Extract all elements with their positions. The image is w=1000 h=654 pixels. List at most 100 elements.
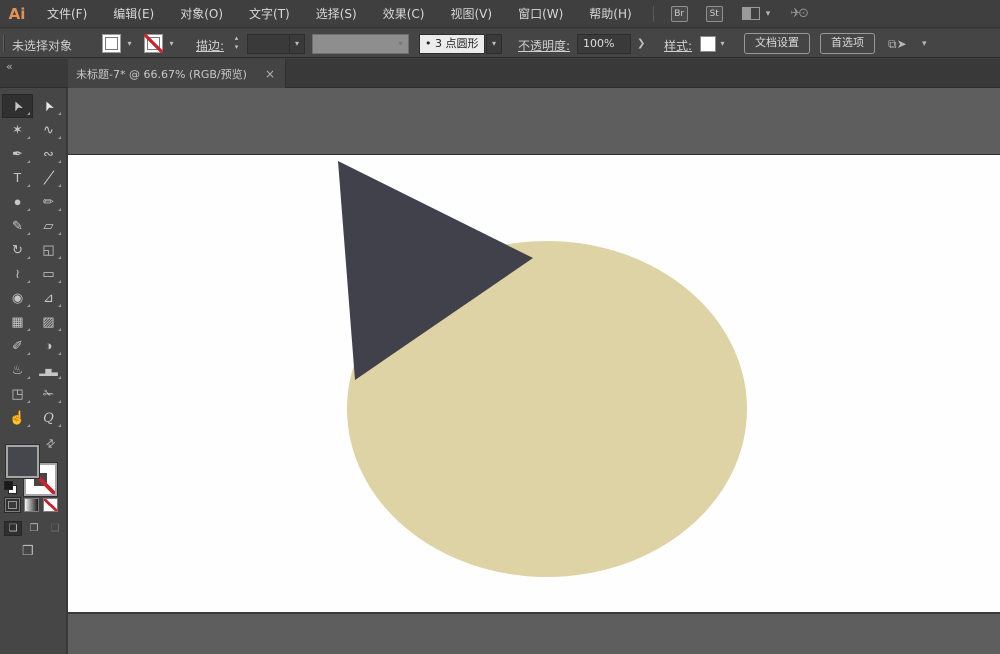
fill-color-swatch[interactable] bbox=[102, 34, 121, 53]
paintbrush-tool-icon: ✏ bbox=[43, 194, 54, 209]
stepper-up-icon[interactable]: ▴ bbox=[230, 34, 243, 43]
menu-item-edit[interactable]: 编辑(E) bbox=[100, 7, 167, 21]
menu-item-type[interactable]: 文字(T) bbox=[236, 7, 303, 21]
hand-tool-icon: ☝ bbox=[9, 410, 26, 425]
line-segment-tool-icon: ╱ bbox=[43, 169, 54, 186]
menu-item-help[interactable]: 帮助(H) bbox=[576, 7, 644, 21]
selection-tool[interactable]: ➤ bbox=[2, 94, 33, 118]
tab-close-icon[interactable]: × bbox=[263, 67, 277, 81]
menu-item-view[interactable]: 视图(V) bbox=[437, 7, 505, 21]
mesh-tool-icon: ▦ bbox=[11, 314, 24, 329]
artwork-layer[interactable] bbox=[68, 88, 1000, 654]
toolbar-collapse-icon[interactable]: « bbox=[6, 60, 13, 73]
menubar-divider bbox=[652, 5, 654, 22]
slice-tool-icon: ✁ bbox=[43, 386, 54, 401]
fill-stroke-cluster: ⇄ ❏ ❐ ❑ ❒ bbox=[0, 436, 68, 647]
document-tab[interactable]: 未标题-7* @ 66.67% (RGB/预览) × bbox=[68, 59, 286, 88]
mesh-tool[interactable]: ▦ bbox=[2, 310, 33, 334]
width-tool[interactable]: ≀ bbox=[2, 262, 33, 286]
column-graph-tool[interactable]: ▂▆▃ bbox=[33, 358, 64, 382]
draw-behind-button[interactable]: ❐ bbox=[25, 521, 43, 536]
opacity-input[interactable]: 100% bbox=[577, 34, 631, 54]
menu-item-effect[interactable]: 效果(C) bbox=[370, 7, 438, 21]
document-tab-title: 未标题-7* @ 66.67% (RGB/预览) bbox=[76, 67, 247, 81]
stroke-weight-stepper[interactable]: ▴ ▾ bbox=[230, 34, 243, 54]
shape-builder-tool[interactable]: ◉ bbox=[2, 286, 33, 310]
blob-brush-tool-icon: ∾ bbox=[43, 146, 54, 161]
shape-builder-tool-icon: ◉ bbox=[11, 290, 24, 305]
ellipse-tool-icon: ● bbox=[13, 194, 22, 209]
gradient-button[interactable] bbox=[24, 498, 39, 512]
perspective-grid-tool-icon: ⊿ bbox=[43, 290, 54, 305]
hand-tool[interactable]: ☝ bbox=[2, 406, 33, 430]
line-segment-tool[interactable]: ╱ bbox=[33, 166, 64, 190]
swap-fill-stroke-icon[interactable]: ⇄ bbox=[43, 436, 58, 452]
preferences-button[interactable]: 首选项 bbox=[820, 33, 875, 54]
stepper-down-icon[interactable]: ▾ bbox=[230, 43, 243, 52]
gradient-tool[interactable]: ▨ bbox=[33, 310, 64, 334]
pencil-tool[interactable]: ✎ bbox=[2, 214, 33, 238]
stroke-weight-select[interactable]: ▾ bbox=[247, 34, 305, 54]
brush-definition-field[interactable]: • 3 点圆形 bbox=[419, 34, 485, 54]
symbol-sprayer-tool[interactable]: ♨ bbox=[2, 358, 33, 382]
menu-item-object[interactable]: 对象(O) bbox=[167, 7, 236, 21]
draw-normal-button[interactable]: ❏ bbox=[4, 521, 22, 536]
screen-mode-button[interactable]: ❒ bbox=[22, 543, 34, 559]
none-button[interactable] bbox=[43, 498, 58, 512]
blend-tool[interactable]: ◑ bbox=[33, 334, 64, 358]
arrange-chevron-icon[interactable]: ▾ bbox=[916, 39, 933, 49]
stroke-chevron-icon[interactable]: ▾ bbox=[165, 34, 178, 53]
workspace-chevron-icon[interactable]: ▾ bbox=[760, 9, 777, 19]
perspective-grid-tool[interactable]: ⊿ bbox=[33, 286, 64, 310]
scale-tool[interactable]: ◱ bbox=[33, 238, 64, 262]
style-swatch[interactable] bbox=[700, 36, 716, 52]
cs-live-icon[interactable]: ✈⊙ bbox=[790, 6, 809, 21]
menu-item-window[interactable]: 窗口(W) bbox=[505, 7, 576, 21]
fill-indicator[interactable] bbox=[6, 445, 39, 478]
eraser-tool[interactable]: ▱ bbox=[33, 214, 64, 238]
bridge-button[interactable]: Br bbox=[670, 5, 688, 22]
pen-tool[interactable]: ✒ bbox=[2, 142, 33, 166]
lasso-tool-icon: ∿ bbox=[43, 122, 54, 137]
color-button[interactable] bbox=[4, 497, 21, 513]
lasso-tool[interactable]: ∿ bbox=[33, 118, 64, 142]
eyedropper-tool[interactable]: ✐ bbox=[2, 334, 33, 358]
canvas-pasteboard[interactable] bbox=[68, 88, 1000, 654]
opacity-panel-link[interactable]: 不透明度: bbox=[518, 37, 570, 54]
document-tab-bar: « 未标题-7* @ 66.67% (RGB/预览) × bbox=[0, 59, 1000, 88]
draw-inside-button[interactable]: ❑ bbox=[46, 521, 64, 536]
none-slash-icon bbox=[144, 34, 163, 53]
paintbrush-tool[interactable]: ✏ bbox=[33, 190, 64, 214]
direct-selection-tool[interactable]: ➤ bbox=[33, 94, 64, 118]
zoom-tool-icon: Q bbox=[43, 411, 54, 426]
stroke-color-swatch[interactable] bbox=[144, 34, 163, 53]
menu-item-select[interactable]: 选择(S) bbox=[303, 7, 370, 21]
style-panel-link[interactable]: 样式: bbox=[664, 37, 692, 54]
fill-chevron-icon[interactable]: ▾ bbox=[123, 34, 136, 53]
direct-selection-tool-icon: ➤ bbox=[38, 98, 58, 115]
document-setup-button[interactable]: 文档设置 bbox=[744, 33, 810, 54]
stroke-panel-link[interactable]: 描边: bbox=[196, 37, 224, 54]
magic-wand-tool[interactable]: ✶ bbox=[2, 118, 33, 142]
slice-tool[interactable]: ✁ bbox=[33, 382, 64, 406]
menu-item-file[interactable]: 文件(F) bbox=[34, 7, 100, 21]
artboard-tool-icon: ◳ bbox=[11, 386, 24, 401]
zoom-tool[interactable]: Q bbox=[33, 406, 64, 430]
free-transform-tool[interactable]: ▭ bbox=[33, 262, 64, 286]
artboard-tool[interactable]: ◳ bbox=[2, 382, 33, 406]
symbol-sprayer-tool-icon: ♨ bbox=[11, 362, 24, 377]
ellipse-tool[interactable]: ● bbox=[2, 190, 33, 214]
brush-chevron-icon[interactable]: ▾ bbox=[486, 34, 502, 54]
default-fill-stroke-icon[interactable] bbox=[4, 481, 18, 495]
column-graph-tool-icon: ▂▆▃ bbox=[39, 367, 58, 376]
workspace-switcher-icon[interactable] bbox=[741, 7, 760, 20]
blob-brush-tool[interactable]: ∾ bbox=[33, 142, 64, 166]
stock-button[interactable]: St bbox=[705, 5, 723, 22]
type-tool[interactable]: T bbox=[2, 166, 33, 190]
eraser-tool-icon: ▱ bbox=[43, 218, 54, 233]
pencil-tool-icon: ✎ bbox=[12, 218, 23, 233]
arrange-documents-icon[interactable]: ⧉➤ bbox=[888, 37, 907, 52]
opacity-arrow-icon[interactable]: ❯ bbox=[637, 38, 645, 49]
style-chevron-icon[interactable]: ▾ bbox=[716, 34, 729, 53]
rotate-tool[interactable]: ↻ bbox=[2, 238, 33, 262]
